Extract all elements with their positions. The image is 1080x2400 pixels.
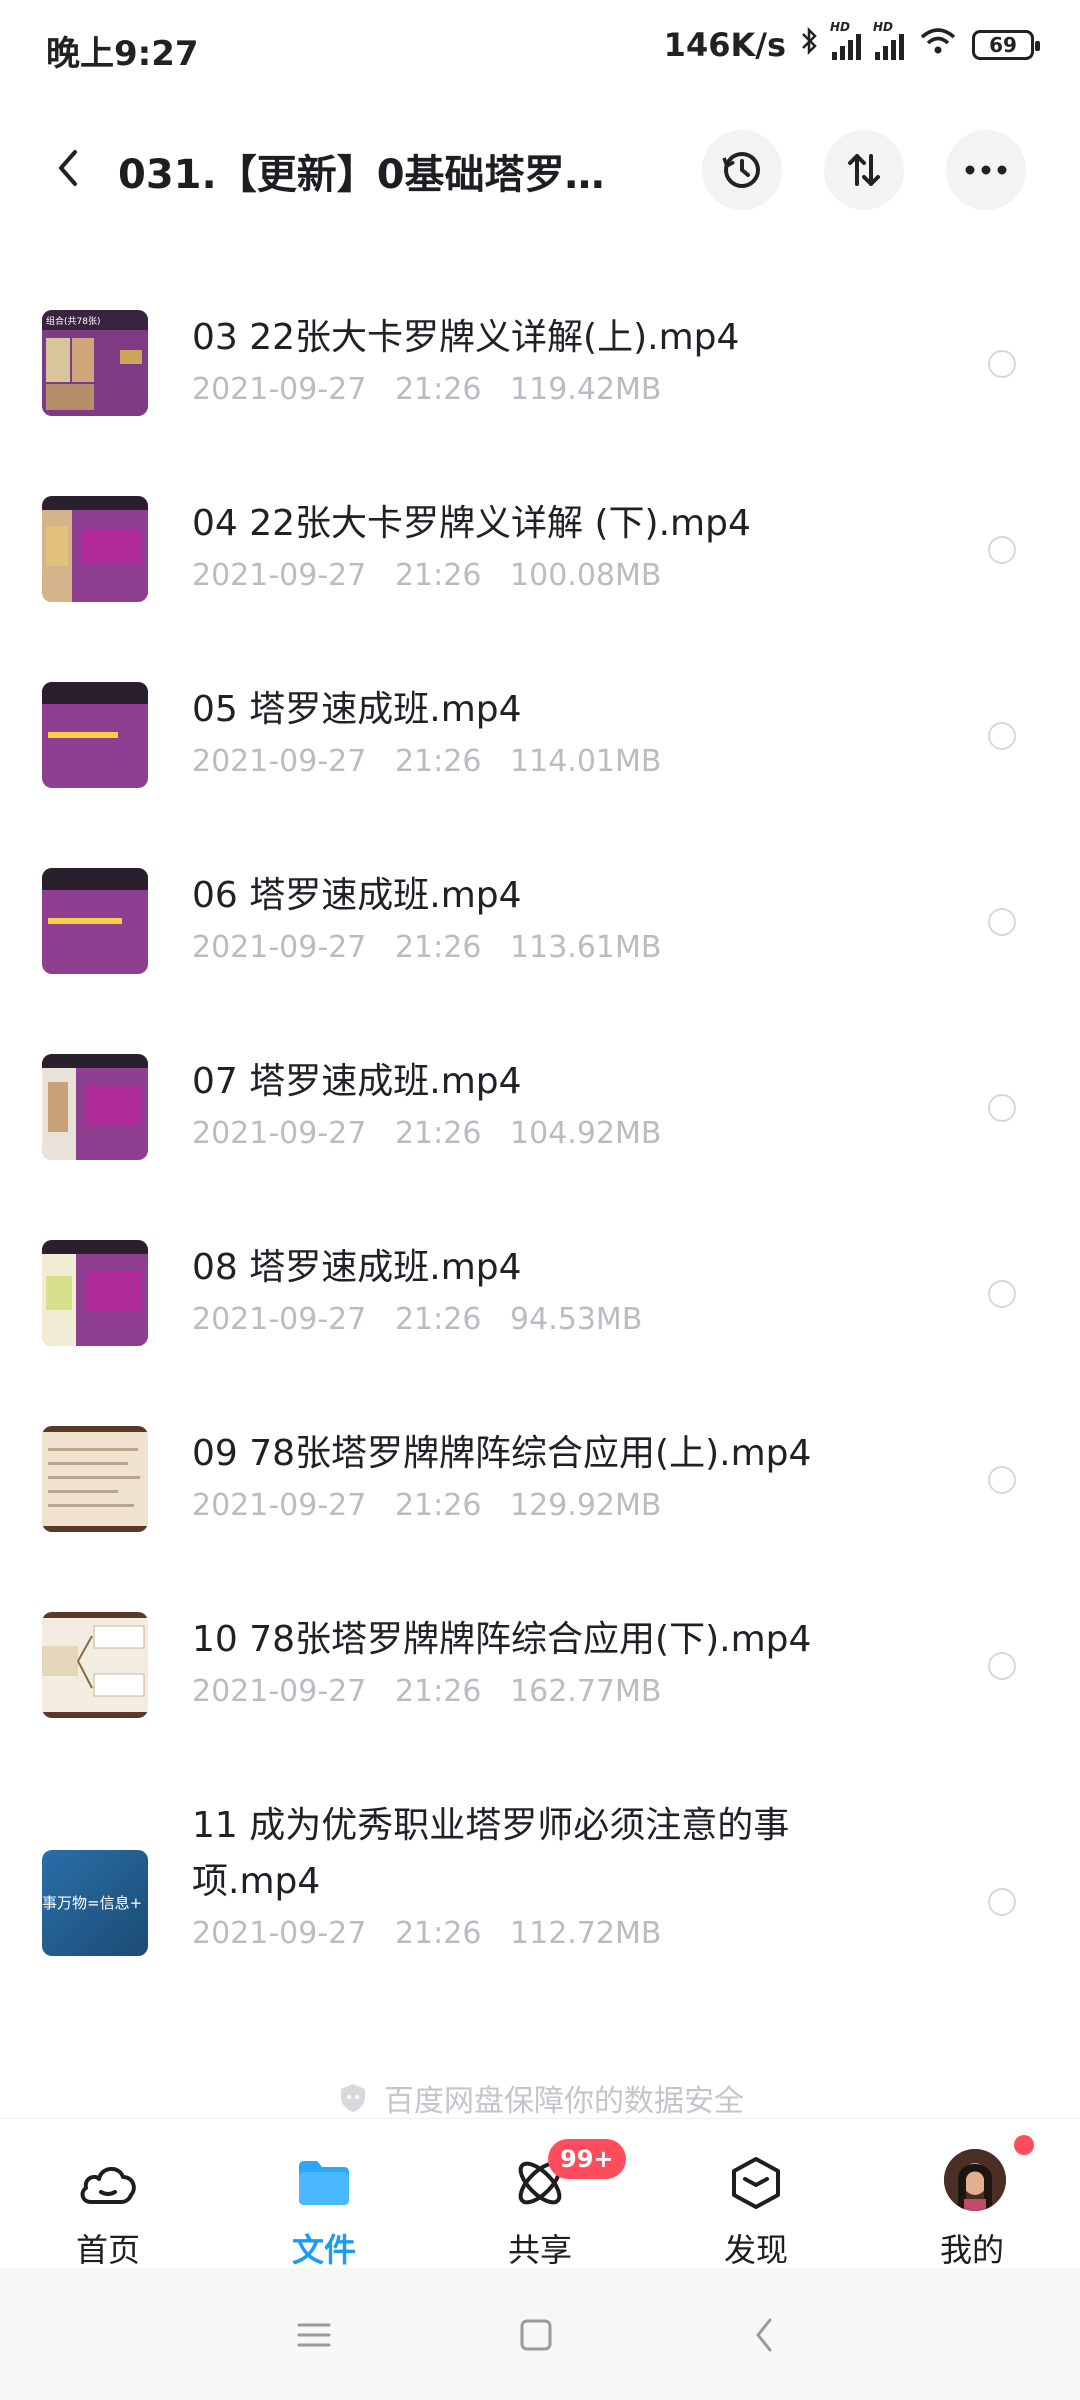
select-checkbox[interactable] [988,1652,1016,1680]
file-row[interactable]: 10 78张塔罗牌牌阵综合应用(下).mp4 2021-09-27 21:26 … [0,1592,1080,1778]
select-checkbox[interactable] [988,722,1016,750]
file-name: 04 22张大卡罗牌义详解 (下).mp4 [192,503,751,544]
battery-icon: 69 [972,30,1040,60]
select-checkbox[interactable] [988,1280,1016,1308]
file-name: 03 22张大卡罗牌义详解(上).mp4 [192,317,740,358]
home-button[interactable] [506,2310,566,2360]
header: 031.【更新】0基础塔罗… [0,120,1080,220]
status-icons: 146K/s HD HD 69 [663,20,1040,64]
video-thumbnail [42,682,148,788]
thumbnail-text: 事万物=信息+ [42,1894,142,1912]
wifi-icon [918,26,958,64]
tab-label: 共享 [507,2231,572,2269]
square-icon [520,2319,552,2351]
tab-label: 首页 [75,2231,140,2269]
status-time: 晚上9:27 [46,34,199,74]
file-row[interactable]: 06 塔罗速成班.mp4 2021-09-27 21:26 113.61MB [0,848,1080,1034]
menu-button[interactable] [284,2310,344,2360]
video-thumbnail: 组合(共78张) [42,310,148,416]
sort-icon [848,154,880,186]
more-button[interactable] [946,130,1026,210]
select-checkbox[interactable] [988,1888,1016,1916]
select-checkbox[interactable] [988,1094,1016,1122]
video-thumbnail [42,1612,148,1718]
notification-dot [1014,2135,1034,2155]
cloud-icon [76,2151,140,2215]
file-meta: 2021-09-27 21:26 100.08MB [192,558,662,593]
file-meta: 2021-09-27 21:26 112.72MB [192,1916,662,1951]
network-speed: 146K/s [663,26,786,64]
file-row[interactable]: 05 塔罗速成班.mp4 2021-09-27 21:26 114.01MB [0,662,1080,848]
bluetooth-icon [800,26,818,64]
file-meta: 2021-09-27 21:26 119.42MB [192,372,662,407]
signal-icon: HD [830,20,861,60]
file-name: 10 78张塔罗牌牌阵综合应用(下).mp4 [192,1619,812,1660]
more-icon [965,165,1007,175]
security-note: 百度网盘保障你的数据安全 [0,2076,1080,2120]
avatar [944,2149,1006,2211]
file-name: 06 塔罗速成班.mp4 [192,875,522,916]
select-checkbox[interactable] [988,350,1016,378]
history-icon [722,152,760,188]
tab-files[interactable]: 文件 [216,2119,432,2269]
sort-button[interactable] [824,130,904,210]
chevron-left-icon [59,150,77,186]
select-checkbox[interactable] [988,536,1016,564]
file-row[interactable]: 事万物=信息+ 11 成为优秀职业塔罗师必须注意的事项.mp4 2021-09-… [0,1778,1080,2018]
status-bar: 晚上9:27 146K/s HD HD 69 [0,0,1080,96]
file-list: 组合(共78张) 03 22张大卡罗牌义详解(上).mp4 2021-09-27… [0,290,1080,2018]
thumbnail-text: 组合(共78张) [46,315,100,327]
back-button[interactable] [38,138,98,198]
file-name: 05 塔罗速成班.mp4 [192,689,522,730]
cube-icon [724,2151,788,2215]
file-row[interactable]: 组合(共78张) 03 22张大卡罗牌义详解(上).mp4 2021-09-27… [0,290,1080,476]
tab-discover[interactable]: 发现 [648,2119,864,2269]
shield-icon [341,2084,365,2112]
file-row[interactable]: 09 78张塔罗牌牌阵综合应用(上).mp4 2021-09-27 21:26 … [0,1406,1080,1592]
menu-icon [297,2323,331,2347]
file-name: 07 塔罗速成班.mp4 [192,1061,522,1102]
file-meta: 2021-09-27 21:26 129.92MB [192,1488,662,1523]
tab-share[interactable]: 99+ 共享 [432,2119,648,2269]
folder-icon [292,2151,356,2215]
file-name: 08 塔罗速成班.mp4 [192,1247,522,1288]
file-row[interactable]: 04 22张大卡罗牌义详解 (下).mp4 2021-09-27 21:26 1… [0,476,1080,662]
video-thumbnail [42,1240,148,1346]
bottom-tab-bar: 首页 文件 99+ 共享 发现 我的 [0,2118,1080,2269]
video-thumbnail: 事万物=信息+ [42,1850,148,1956]
system-back-button[interactable] [734,2310,794,2360]
file-meta: 2021-09-27 21:26 94.53MB [192,1302,643,1337]
select-checkbox[interactable] [988,908,1016,936]
file-row[interactable]: 07 塔罗速成班.mp4 2021-09-27 21:26 104.92MB [0,1034,1080,1220]
video-thumbnail [42,496,148,602]
page-title: 031.【更新】0基础塔罗… [118,152,605,198]
file-name: 11 成为优秀职业塔罗师必须注意的事项.mp4 [192,1805,790,1902]
tab-home[interactable]: 首页 [0,2119,216,2269]
file-meta: 2021-09-27 21:26 162.77MB [192,1674,662,1709]
signal-icon: HD [873,20,904,60]
video-thumbnail [42,868,148,974]
history-button[interactable] [702,130,782,210]
chevron-left-icon [756,2318,772,2352]
video-thumbnail [42,1426,148,1532]
tab-label: 发现 [723,2231,788,2269]
file-meta: 2021-09-27 21:26 114.01MB [192,744,662,779]
notification-badge: 99+ [548,2139,626,2179]
system-nav-bar [0,2268,1080,2400]
video-thumbnail [42,1054,148,1160]
select-checkbox[interactable] [988,1466,1016,1494]
file-meta: 2021-09-27 21:26 113.61MB [192,930,662,965]
file-row[interactable]: 08 塔罗速成班.mp4 2021-09-27 21:26 94.53MB [0,1220,1080,1406]
tab-me[interactable]: 我的 [864,2119,1080,2269]
file-name: 09 78张塔罗牌牌阵综合应用(上).mp4 [192,1433,812,1474]
tab-label: 文件 [291,2231,356,2269]
file-meta: 2021-09-27 21:26 104.92MB [192,1116,662,1151]
tab-label: 我的 [939,2231,1004,2269]
